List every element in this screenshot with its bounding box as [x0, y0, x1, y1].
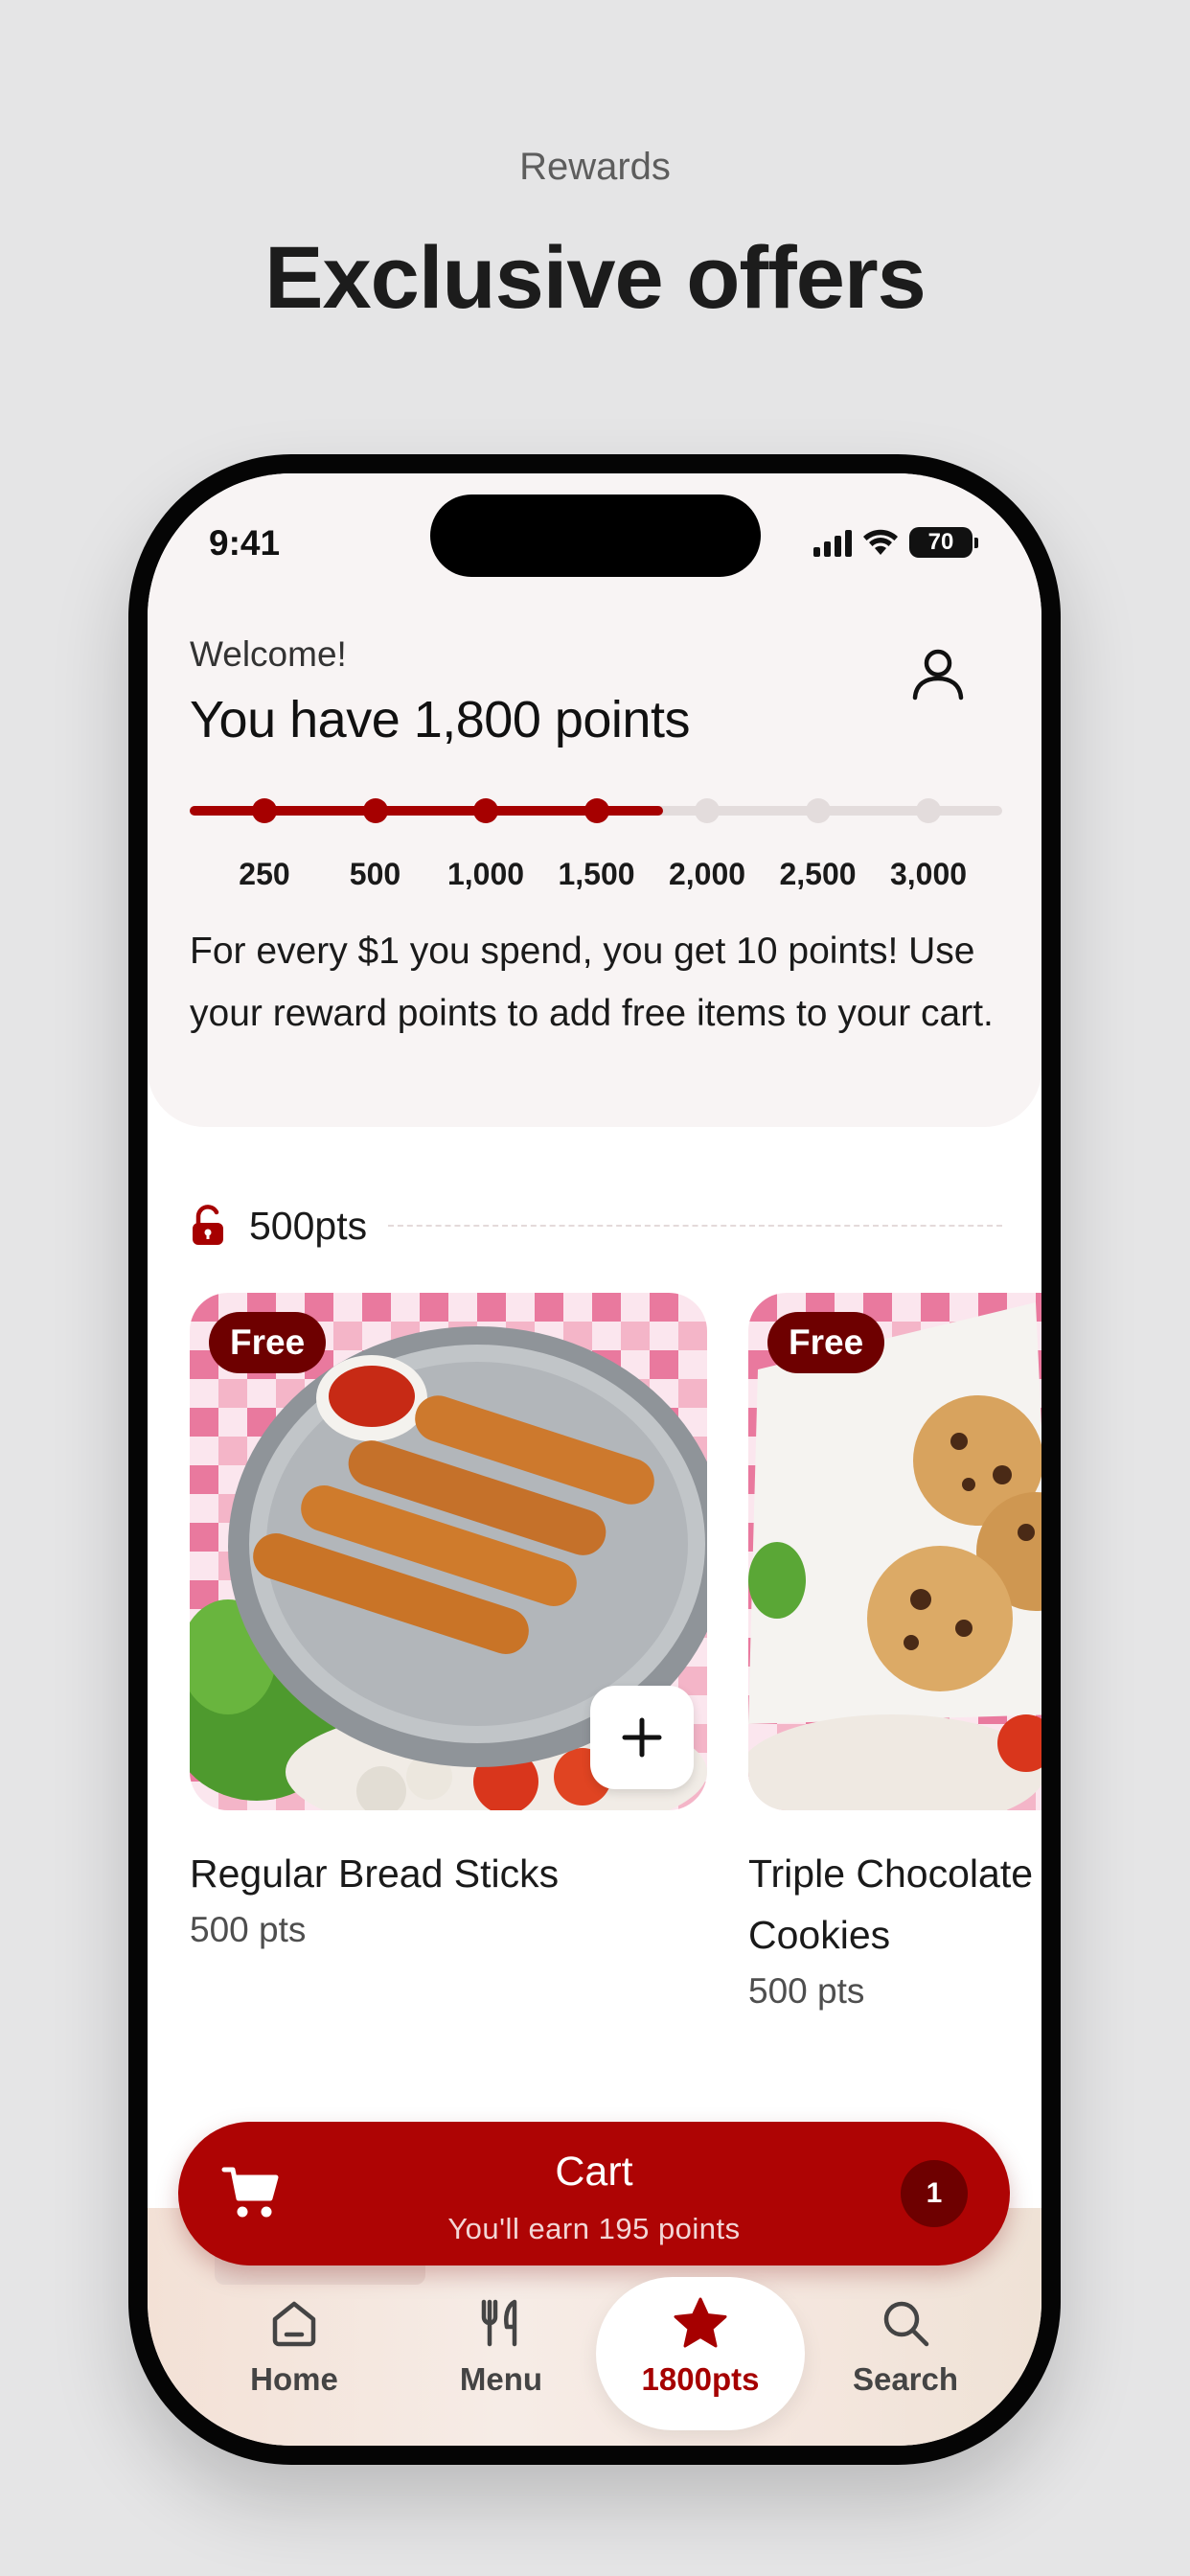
status-icons: 70: [813, 527, 978, 558]
product-image: Free: [748, 1293, 1041, 1810]
tab-bar: Home Menu 1800pts Search: [148, 2277, 1041, 2446]
status-time: 9:41: [209, 523, 281, 563]
cellular-signal-icon: [813, 528, 852, 557]
product-name: Triple Chocolate Chip Cookies: [748, 1852, 1041, 1957]
unlock-icon: [193, 1205, 223, 1245]
milestone-label: 250: [239, 857, 290, 891]
profile-button[interactable]: [906, 642, 970, 705]
rewards-description: For every $1 you spend, you get 10 point…: [190, 931, 994, 1034]
milestone-dot: [916, 798, 941, 823]
product-card[interactable]: Free Triple Chocolate Chip Cookies 500 p…: [748, 1293, 1041, 2012]
utensils-icon: [481, 2299, 517, 2347]
dynamic-island: [430, 494, 761, 577]
product-image: Free: [190, 1293, 707, 1810]
tab-label: Home: [250, 2361, 338, 2397]
cart-earn-text: You'll earn 195 points: [447, 2212, 741, 2245]
points-progress-bar: [190, 798, 1002, 823]
tier-divider: [388, 1225, 1002, 1227]
tab-label: Search: [852, 2361, 959, 2397]
tier-label: 500pts: [249, 1203, 368, 1248]
add-to-cart-button[interactable]: [590, 1686, 694, 1789]
milestone-label: 1,000: [446, 857, 525, 891]
free-badge: Free: [209, 1312, 327, 1373]
battery-icon: 70: [909, 527, 978, 558]
milestone-label: 500: [349, 857, 401, 891]
milestone-dot: [252, 798, 277, 823]
cart-button[interactable]: Cart You'll earn 195 points 1: [178, 2122, 1010, 2266]
milestone-label: 3,000: [889, 857, 968, 891]
tab-label: 1800pts: [641, 2361, 760, 2397]
page-eyebrow: Rewards: [519, 146, 671, 188]
milestone-label: 2,500: [779, 857, 857, 891]
tab-search[interactable]: Search: [814, 2277, 996, 2430]
milestone-dot: [584, 798, 609, 823]
welcome-text: Welcome!: [190, 634, 347, 674]
home-icon: [272, 2301, 316, 2347]
milestone-dot: [805, 798, 831, 823]
milestone-label: 2,000: [668, 857, 746, 891]
milestone-dot: [473, 798, 498, 823]
app-screen: 9:41 70 Welcome! You have 1,800 points 2…: [148, 473, 1041, 2446]
product-points: 500 pts: [748, 1971, 865, 2011]
tab-menu[interactable]: Menu: [410, 2277, 592, 2430]
milestone-dot: [695, 798, 720, 823]
tab-home[interactable]: Home: [203, 2277, 385, 2430]
points-total: You have 1,800 points: [190, 691, 690, 748]
cart-count-badge: 1: [901, 2160, 968, 2227]
battery-level: 70: [909, 527, 973, 558]
person-icon: [912, 649, 964, 701]
free-badge: Free: [767, 1312, 885, 1373]
phone-frame: 9:41 70 Welcome! You have 1,800 points 2…: [128, 454, 1061, 2465]
tab-rewards[interactable]: 1800pts: [596, 2277, 805, 2430]
cart-title: Cart: [555, 2149, 633, 2195]
product-name: Regular Bread Sticks: [190, 1852, 560, 1896]
product-points: 500 pts: [190, 1910, 307, 1949]
product-card[interactable]: Free Regular Bread Sticks 500 pts: [190, 1293, 707, 1950]
milestone-dot: [362, 798, 388, 823]
plus-icon: [622, 1717, 662, 1758]
star-icon: [674, 2297, 727, 2348]
tab-label: Menu: [459, 2361, 543, 2397]
wifi-icon: [863, 529, 898, 555]
page-headline: Exclusive offers: [264, 229, 927, 327]
tier-header: 500pts: [190, 1197, 1002, 1254]
milestone-label: 1,500: [558, 857, 635, 891]
search-icon: [883, 2301, 929, 2347]
